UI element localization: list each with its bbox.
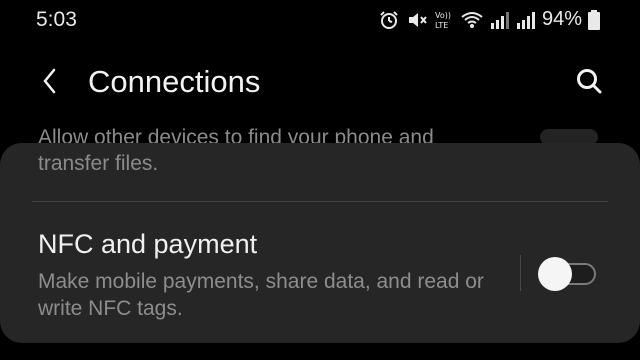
status-bar: 5:03 Vo)) LTE 94% (0, 0, 640, 38)
toggle-thumb (538, 257, 572, 291)
back-button[interactable] (34, 65, 66, 97)
search-icon (577, 69, 602, 94)
nfc-title: NFC and payment (38, 229, 258, 259)
list-divider (32, 201, 608, 202)
status-time: 5:03 (36, 8, 77, 31)
svg-text:LTE: LTE (435, 21, 448, 30)
volte-icon: Vo)) LTE (434, 9, 454, 31)
wifi-icon (460, 10, 484, 30)
alarm-icon (378, 9, 400, 31)
signal-icon (516, 10, 536, 30)
signal-icon (490, 10, 510, 30)
list-item-nfc-and-payment[interactable]: NFC and payment Make mobile payments, sh… (0, 215, 640, 325)
nfc-toggle[interactable] (538, 257, 598, 291)
previous-item-description-continued: transfer files. (38, 152, 159, 175)
page-title: Connections (88, 64, 261, 99)
search-button[interactable] (572, 64, 606, 98)
status-icons: Vo)) LTE 94% (378, 8, 600, 31)
app-bar: Connections (0, 50, 640, 114)
mute-icon (406, 9, 428, 31)
toggle-separator (520, 255, 521, 291)
battery-percentage: 94% (541, 8, 582, 30)
battery-icon (588, 9, 600, 30)
svg-text:Vo)): Vo)) (435, 11, 451, 20)
nfc-description: Make mobile payments, share data, and re… (38, 270, 484, 320)
back-arrow-icon (43, 68, 56, 94)
